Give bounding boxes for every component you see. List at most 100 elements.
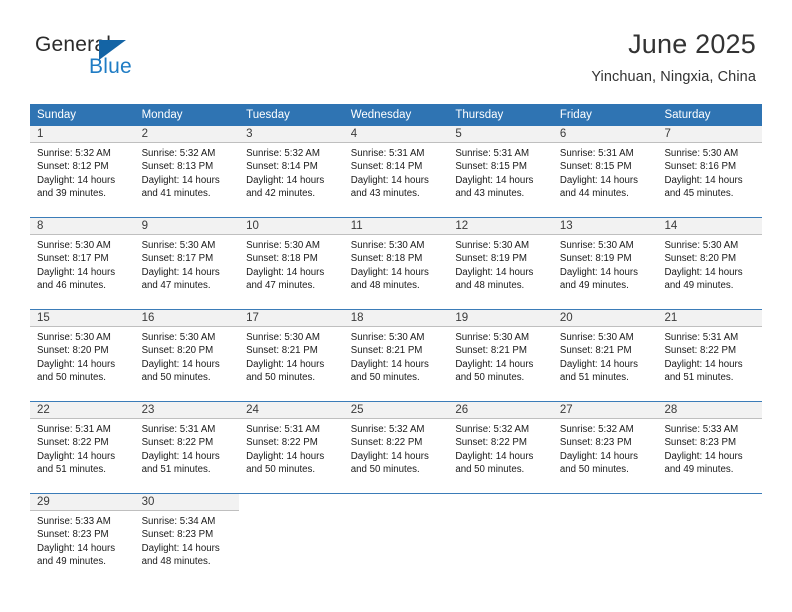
day-details: Sunrise: 5:30 AM Sunset: 8:21 PM Daylight:… xyxy=(553,327,658,385)
day-detail-line: Daylight: 14 hours xyxy=(455,174,534,186)
calendar-day-cell[interactable]: 3 Sunrise: 5:32 AM Sunset: 8:14 PM Daylight… xyxy=(239,126,344,210)
weekday-header-monday: Monday xyxy=(141,109,183,121)
calendar-day-cell[interactable]: 10 Sunrise: 5:30 AM Sunset: 8:18 PM Dayligh… xyxy=(239,218,344,302)
day-detail-line: Sunset: 8:22 PM xyxy=(455,437,527,449)
day-detail-line: and 43 minutes. xyxy=(455,188,525,200)
calendar-day-cell[interactable]: 24 Sunrise: 5:31 AM Sunset: 8:22 PM Dayligh… xyxy=(239,402,344,486)
calendar-day-cell[interactable]: 9 Sunrise: 5:30 AM Sunset: 8:17 PM Daylight… xyxy=(134,218,240,302)
calendar-day-cell[interactable]: 11 Sunrise: 5:30 AM Sunset: 8:18 PM Dayligh… xyxy=(343,218,449,302)
calendar-day-cell[interactable]: 16 Sunrise: 5:30 AM Sunset: 8:20 PM Dayligh… xyxy=(134,310,240,394)
day-details: Sunrise: 5:32 AM Sunset: 8:23 PM Daylight:… xyxy=(553,419,658,477)
calendar-day-cell[interactable]: 26 Sunrise: 5:32 AM Sunset: 8:22 PM Dayligh… xyxy=(448,402,553,486)
day-number: 14 xyxy=(657,218,763,235)
day-number: 6 xyxy=(552,126,658,143)
day-detail-line: and 51 minutes. xyxy=(664,372,734,384)
day-detail-line: Daylight: 14 hours xyxy=(664,450,743,462)
day-details: Sunrise: 5:31 AM Sunset: 8:15 PM Daylight:… xyxy=(448,143,553,201)
day-number xyxy=(239,494,344,511)
calendar-day-cell[interactable]: 22 Sunrise: 5:31 AM Sunset: 8:22 PM Dayligh… xyxy=(30,402,135,486)
day-detail-line: and 50 minutes. xyxy=(350,372,420,384)
day-number: 29 xyxy=(30,494,135,511)
day-number: 3 xyxy=(239,126,344,143)
calendar-day-cell[interactable]: 20 Sunrise: 5:30 AM Sunset: 8:21 PM Dayligh… xyxy=(552,310,658,394)
day-details xyxy=(448,511,553,515)
calendar-day-cell[interactable]: 6 Sunrise: 5:31 AM Sunset: 8:15 PM Daylight… xyxy=(552,126,658,210)
day-detail-line: Sunset: 8:16 PM xyxy=(664,161,737,173)
calendar-day-cell[interactable]: 17 Sunrise: 5:30 AM Sunset: 8:21 PM Dayligh… xyxy=(239,310,344,394)
day-detail-line: and 48 minutes. xyxy=(455,280,525,292)
calendar-day-cell[interactable]: 15 Sunrise: 5:30 AM Sunset: 8:20 PM Dayligh… xyxy=(30,310,135,394)
day-details: Sunrise: 5:33 AM Sunset: 8:23 PM Daylight:… xyxy=(30,511,135,569)
weekday-header-row: Sunday Monday Tuesday Wednesday Thursday Frid… xyxy=(30,104,762,126)
weekday-header-thursday: Thursday xyxy=(455,109,504,121)
calendar-day-cell[interactable]: 18 Sunrise: 5:30 AM Sunset: 8:21 PM Dayligh… xyxy=(343,310,449,394)
calendar-day-cell[interactable]: 28 Sunrise: 5:33 AM Sunset: 8:23 PM Dayligh… xyxy=(657,402,763,486)
day-detail-line: Daylight: 14 hours xyxy=(664,266,743,278)
day-number: 23 xyxy=(134,402,240,419)
day-detail-line: Sunrise: 5:32 AM xyxy=(141,148,216,159)
day-number: 9 xyxy=(134,218,240,235)
day-detail-line: Sunset: 8:19 PM xyxy=(455,253,527,265)
weekday-header-sunday: Sunday xyxy=(37,109,77,121)
calendar-page: General Blue June 2025 Yinchuan, Ningxia… xyxy=(0,0,792,612)
calendar-day-cell-empty xyxy=(239,494,344,578)
calendar-day-cell[interactable]: 7 Sunrise: 5:30 AM Sunset: 8:16 PM Daylight… xyxy=(657,126,763,210)
weekday-header-tuesday: Tuesday xyxy=(246,109,290,121)
day-details: Sunrise: 5:30 AM Sunset: 8:20 PM Daylight:… xyxy=(30,327,135,385)
day-detail-line: Sunset: 8:18 PM xyxy=(246,253,318,265)
day-detail-line: Daylight: 14 hours xyxy=(559,174,638,186)
day-detail-line: and 49 minutes. xyxy=(664,280,734,292)
calendar-day-cell[interactable]: 5 Sunrise: 5:31 AM Sunset: 8:15 PM Daylight… xyxy=(448,126,553,210)
calendar-day-cell[interactable]: 14 Sunrise: 5:30 AM Sunset: 8:20 PM Dayligh… xyxy=(657,218,763,302)
weekday-header-saturday: Saturday xyxy=(664,109,711,121)
calendar-day-cell[interactable]: 12 Sunrise: 5:30 AM Sunset: 8:19 PM Dayligh… xyxy=(448,218,553,302)
day-details: Sunrise: 5:32 AM Sunset: 8:12 PM Daylight:… xyxy=(30,143,135,201)
day-number: 8 xyxy=(30,218,135,235)
day-number xyxy=(552,494,658,511)
day-detail-line: Daylight: 14 hours xyxy=(141,542,220,554)
calendar-day-cell[interactable]: 23 Sunrise: 5:31 AM Sunset: 8:22 PM Dayligh… xyxy=(134,402,240,486)
calendar-day-cell-empty xyxy=(552,494,658,578)
calendar-day-cell[interactable]: 2 Sunrise: 5:32 AM Sunset: 8:13 PM Daylight… xyxy=(134,126,240,210)
generalblue-logo[interactable]: General Blue xyxy=(35,33,215,88)
calendar-day-cell[interactable]: 1 Sunrise: 5:32 AM Sunset: 8:12 PM Daylight… xyxy=(30,126,135,210)
calendar-day-cell[interactable]: 13 Sunrise: 5:30 AM Sunset: 8:19 PM Dayligh… xyxy=(552,218,658,302)
day-detail-line: Daylight: 14 hours xyxy=(246,266,325,278)
calendar-day-cell[interactable]: 29 Sunrise: 5:33 AM Sunset: 8:23 PM Dayligh… xyxy=(30,494,135,578)
calendar-day-cell[interactable]: 8 Sunrise: 5:30 AM Sunset: 8:17 PM Daylight… xyxy=(30,218,135,302)
day-detail-line: Daylight: 14 hours xyxy=(455,266,534,278)
day-detail-line: and 46 minutes. xyxy=(37,280,106,292)
calendar-day-cell[interactable]: 27 Sunrise: 5:32 AM Sunset: 8:23 PM Dayligh… xyxy=(552,402,658,486)
day-details: Sunrise: 5:31 AM Sunset: 8:15 PM Daylight:… xyxy=(553,143,658,201)
day-number xyxy=(448,494,553,511)
day-number: 16 xyxy=(134,310,240,327)
day-detail-line: and 48 minutes. xyxy=(350,280,420,292)
day-number: 7 xyxy=(657,126,763,143)
day-number: 2 xyxy=(134,126,240,143)
page-title: June 2025 xyxy=(628,29,756,59)
day-details: Sunrise: 5:31 AM Sunset: 8:14 PM Daylight:… xyxy=(344,143,449,201)
day-detail-line: and 44 minutes. xyxy=(559,188,629,200)
day-detail-line: Sunset: 8:12 PM xyxy=(37,161,109,173)
day-number: 1 xyxy=(30,126,135,143)
day-details: Sunrise: 5:30 AM Sunset: 8:21 PM Daylight:… xyxy=(448,327,553,385)
calendar-day-cell-empty xyxy=(657,494,763,578)
calendar-day-cell[interactable]: 4 Sunrise: 5:31 AM Sunset: 8:14 PM Daylight… xyxy=(343,126,449,210)
calendar-day-cell[interactable]: 21 Sunrise: 5:31 AM Sunset: 8:22 PM Dayligh… xyxy=(657,310,763,394)
day-detail-line: Sunset: 8:14 PM xyxy=(350,161,423,173)
day-detail-line: Daylight: 14 hours xyxy=(350,450,429,462)
calendar-day-cell[interactable]: 19 Sunrise: 5:30 AM Sunset: 8:21 PM Dayligh… xyxy=(448,310,553,394)
day-detail-line: Sunset: 8:14 PM xyxy=(246,161,318,173)
day-number: 25 xyxy=(343,402,449,419)
day-detail-line: and 50 minutes. xyxy=(559,464,629,476)
day-number: 19 xyxy=(448,310,553,327)
day-detail-line: Sunrise: 5:32 AM xyxy=(455,424,530,435)
day-detail-line: and 50 minutes. xyxy=(141,372,211,384)
day-number: 21 xyxy=(657,310,763,327)
day-detail-line: Sunrise: 5:30 AM xyxy=(37,332,111,343)
calendar-day-cell[interactable]: 25 Sunrise: 5:32 AM Sunset: 8:22 PM Dayligh… xyxy=(343,402,449,486)
day-detail-line: Daylight: 14 hours xyxy=(455,450,534,462)
day-detail-line: Sunset: 8:22 PM xyxy=(664,345,737,357)
calendar-day-cell[interactable]: 30 Sunrise: 5:34 AM Sunset: 8:23 PM Dayligh… xyxy=(134,494,240,578)
day-details: Sunrise: 5:32 AM Sunset: 8:13 PM Daylight:… xyxy=(135,143,240,201)
